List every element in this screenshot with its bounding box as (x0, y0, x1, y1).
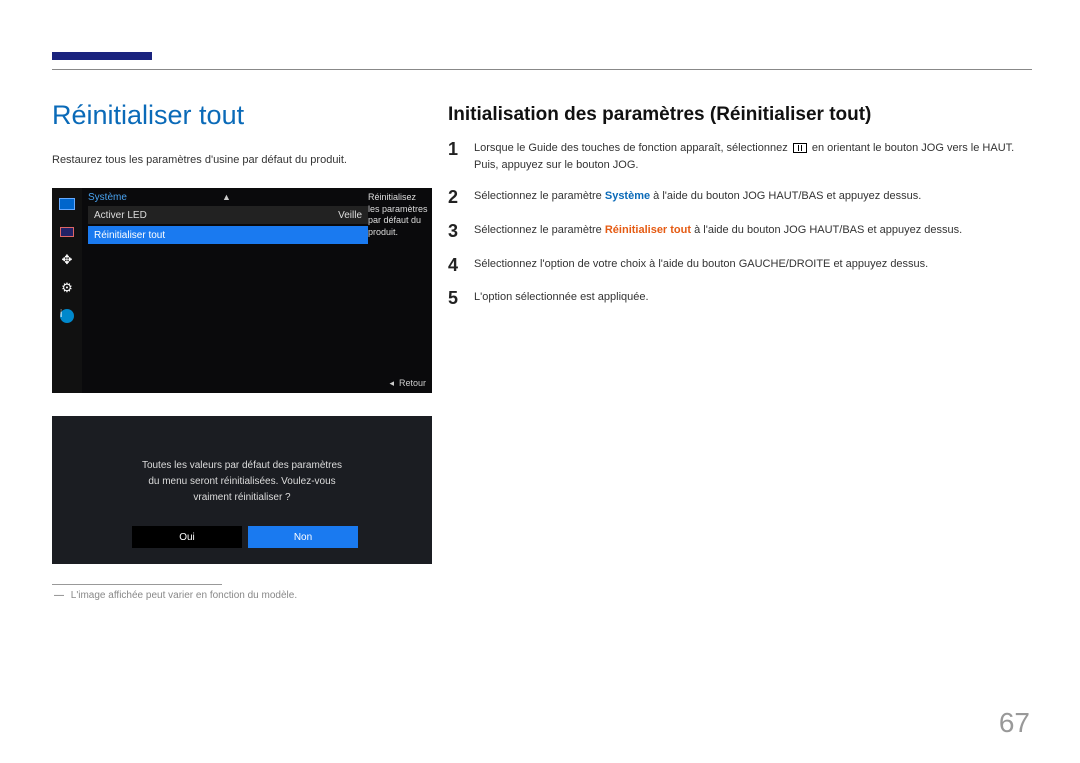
up-arrow-icon: ▲ (222, 192, 231, 202)
dialog-line: du menu seront réinitialisées. Voulez-vo… (52, 476, 432, 487)
header-rule (52, 69, 1032, 70)
osd-back-label: ◂ Retour (389, 378, 426, 389)
step-number: 2 (448, 188, 474, 208)
step-4: 4 Sélectionnez l'option de votre choix à… (448, 256, 1028, 276)
back-text: Retour (399, 378, 426, 388)
footnote: ― L'image affichée peut varier en foncti… (54, 590, 297, 601)
page-heading: Réinitialiser tout (52, 100, 244, 131)
page-number: 67 (999, 707, 1030, 739)
back-arrow-icon: ◂ (389, 378, 394, 388)
dialog-no-button: Non (248, 526, 358, 548)
dialog-yes-button: Oui (132, 526, 242, 548)
osd-menu-title: Système (88, 192, 127, 203)
osd-row-label: Réinitialiser tout (94, 230, 165, 241)
osd-hint-text: Réinitialisez les paramètres par défaut … (368, 192, 428, 239)
osd-confirm-dialog: Toutes les valeurs par défaut des paramè… (52, 416, 432, 564)
steps-list: 1 Lorsque le Guide des touches de foncti… (448, 140, 1028, 323)
step-2: 2 Sélectionnez le paramètre Système à l'… (448, 188, 1028, 208)
footnote-text: L'image affichée peut varier en fonction… (71, 590, 297, 601)
step-number: 4 (448, 256, 474, 276)
gear-icon: ⚙ (57, 278, 77, 298)
step-text: Sélectionnez l'option de votre choix à l… (474, 256, 1028, 276)
page-description: Restaurez tous les paramètres d'usine pa… (52, 154, 347, 166)
osd-row-reset-selected: Réinitialiser tout (88, 226, 368, 244)
dialog-line: vraiment réinitialiser ? (52, 492, 432, 503)
section-heading: Initialisation des paramètres (Réinitial… (448, 104, 871, 126)
dash-icon: ― (54, 590, 64, 601)
step-text: L'option sélectionnée est appliquée. (474, 289, 1028, 309)
osd-row-led: Activer LED Veille (88, 206, 368, 224)
highlight-systeme: Système (605, 190, 650, 202)
step-1: 1 Lorsque le Guide des touches de foncti… (448, 140, 1028, 174)
step-text: Sélectionnez le paramètre Système à l'ai… (474, 188, 1028, 208)
osd-row-value: Veille (338, 210, 362, 221)
step-5: 5 L'option sélectionnée est appliquée. (448, 289, 1028, 309)
pip-icon (57, 222, 77, 242)
move-icon: ✥ (57, 250, 77, 270)
osd-sidebar: ✥ ⚙ i (52, 188, 82, 393)
highlight-reinit: Réinitialiser tout (605, 224, 691, 236)
step-text: Lorsque le Guide des touches de fonction… (474, 140, 1028, 174)
step-number: 3 (448, 222, 474, 242)
chapter-tab-mark (52, 52, 152, 60)
footnote-rule (52, 584, 222, 585)
osd-menu-screenshot: ✥ ⚙ i Système ▲ Activer LED Veille Réini… (52, 188, 432, 393)
osd-row-label: Activer LED (94, 210, 147, 221)
step-3: 3 Sélectionnez le paramètre Réinitialise… (448, 222, 1028, 242)
dialog-line: Toutes les valeurs par défaut des paramè… (52, 460, 432, 471)
info-icon: i (57, 306, 77, 326)
display-icon (57, 194, 77, 214)
menu-icon (793, 143, 807, 153)
step-number: 1 (448, 140, 474, 174)
step-number: 5 (448, 289, 474, 309)
step-text: Sélectionnez le paramètre Réinitialiser … (474, 222, 1028, 242)
